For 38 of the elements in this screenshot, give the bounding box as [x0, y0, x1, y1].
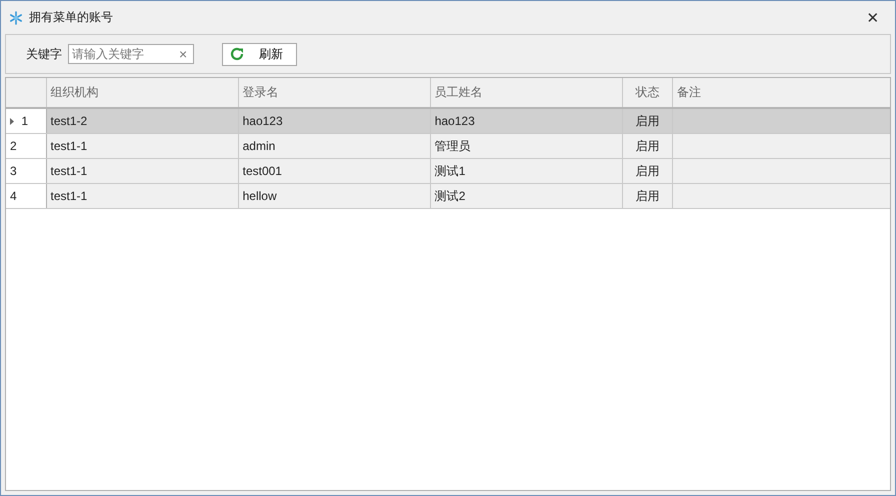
table-cell: test001 — [242, 164, 282, 178]
column-header[interactable]: 备注 — [672, 78, 890, 108]
row-number: 4 — [10, 189, 17, 203]
search-field[interactable]: 请输入关键字 × — [68, 44, 194, 64]
window-title: 拥有菜单的账号 — [29, 9, 113, 26]
table-cell: admin — [242, 139, 276, 153]
row-pointer-icon — [10, 118, 14, 125]
table-row[interactable]: 3 test1-1 test001 测试1 启用 — [6, 158, 890, 184]
table-cell: 管理员 — [434, 138, 471, 152]
refresh-icon — [229, 46, 245, 62]
column-header[interactable]: 员工姓名 — [430, 78, 622, 108]
table-cell: test1-1 — [50, 189, 88, 203]
column-header[interactable]: 状态 — [622, 78, 672, 108]
close-button[interactable]: ✕ — [851, 1, 895, 34]
table-cell: 测试1 — [434, 164, 466, 178]
table-cell: 启用 — [635, 188, 660, 202]
table-cell: test1-1 — [50, 139, 88, 153]
table-cell: test1-1 — [50, 164, 88, 178]
table-row[interactable]: 1 test1-2 hao123 hao123 启用 — [6, 108, 890, 134]
table-cell: hellow — [242, 189, 277, 203]
column-header[interactable]: 登录名 — [238, 78, 430, 108]
clear-button[interactable]: × — [179, 46, 188, 62]
column-header[interactable]: 组织机构 — [46, 78, 238, 108]
row-number: 1 — [21, 114, 28, 128]
table-cell: 启用 — [635, 164, 660, 178]
table-cell: hao123 — [434, 114, 475, 128]
table-cell: 启用 — [635, 138, 660, 152]
table-row[interactable]: 4 test1-1 hellow 测试2 启用 — [6, 184, 890, 208]
table-cell: 测试2 — [434, 188, 466, 202]
keyword-label: 关键字 — [26, 46, 62, 62]
snowflake-icon — [9, 10, 23, 24]
table-cell: hao123 — [242, 114, 283, 128]
row-number: 2 — [10, 139, 17, 153]
refresh-button[interactable]: 刷新 — [222, 42, 297, 66]
row-number: 3 — [10, 164, 17, 178]
table-cell: 启用 — [635, 114, 660, 128]
table-cell: test1-2 — [50, 114, 88, 128]
table-row[interactable]: 2 test1-1 admin 管理员 启用 — [6, 134, 890, 158]
